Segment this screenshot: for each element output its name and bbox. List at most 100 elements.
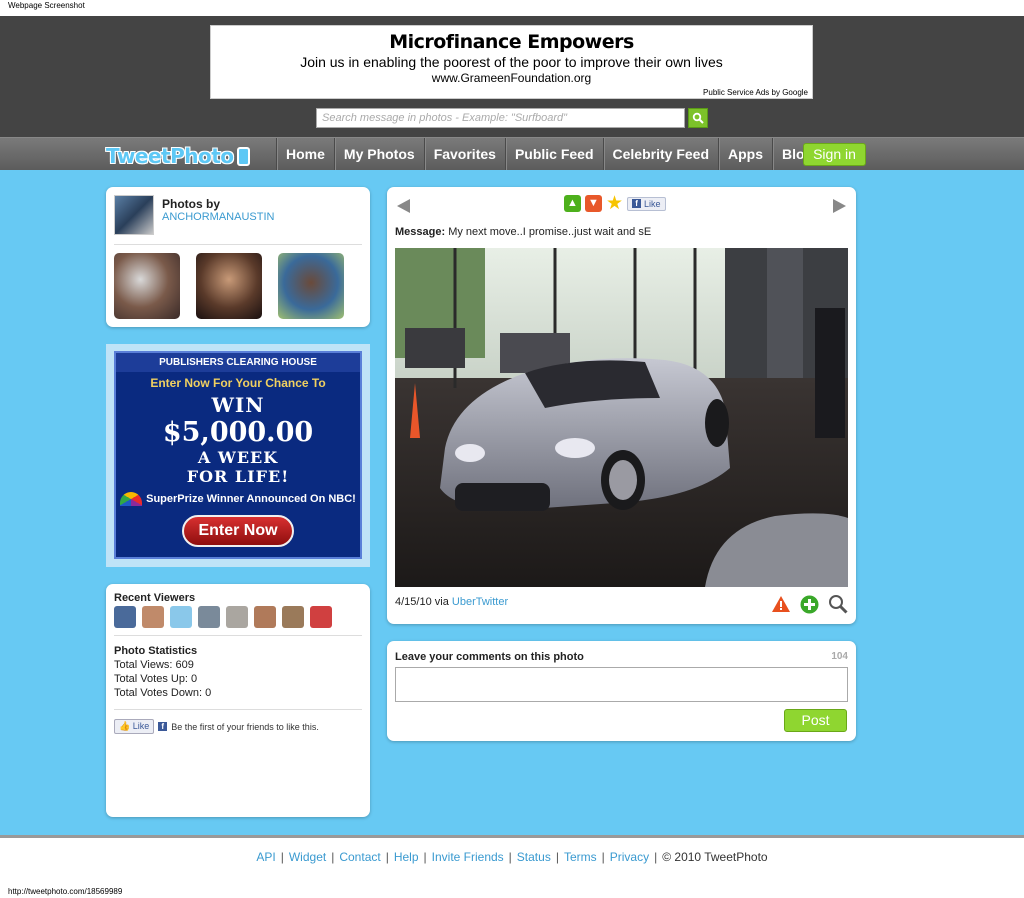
vote-down-button[interactable]: ▼ xyxy=(585,195,602,212)
photo-meta: 4/15/10 via UberTwitter xyxy=(395,596,508,608)
pch-nbc-text: SuperPrize Winner Announced On NBC! xyxy=(146,493,356,505)
divider xyxy=(114,709,362,710)
footer-link-widget[interactable]: Widget xyxy=(289,850,326,864)
source-link[interactable]: UberTwitter xyxy=(452,596,508,608)
comments-title: Leave your comments on this photo xyxy=(395,651,584,663)
vote-bar: ▲ ▼ ★ f Like xyxy=(564,194,666,213)
footer-link-contact[interactable]: Contact xyxy=(339,850,380,864)
ad-title[interactable]: Microfinance Empowers xyxy=(211,31,812,53)
photo-thumbnail[interactable] xyxy=(196,253,262,319)
window-caption: Webpage Screenshot xyxy=(0,0,1024,16)
vote-up-button[interactable]: ▲ xyxy=(564,195,581,212)
viewer-avatar[interactable] xyxy=(198,606,220,628)
logo-text: TweetPhoto xyxy=(106,144,234,168)
pch-week: A WEEK xyxy=(197,448,279,467)
ad-url[interactable]: www.GrameenFoundation.org xyxy=(211,71,812,85)
thumbs-up-icon: 👍 xyxy=(119,721,131,731)
total-votes-down: Total Votes Down: 0 xyxy=(114,687,212,699)
like-label: Like xyxy=(644,198,661,209)
viewer-avatar[interactable] xyxy=(226,606,248,628)
recent-viewers-list xyxy=(114,606,332,628)
footer: API | Widget | Contact | Help | Invite Friends | S… xyxy=(256,850,768,864)
owner-username-link[interactable]: ANCHORMANAUSTIN xyxy=(162,211,274,223)
stats-panel: Recent Viewers Photo Statistics Total Vi… xyxy=(106,584,370,817)
facebook-like-button[interactable]: 👍 Like xyxy=(114,719,155,734)
nav-menu: Home My Photos Favorites Public Feed Cel… xyxy=(276,138,822,171)
zoom-magnifier-icon[interactable] xyxy=(828,594,848,614)
viewer-avatar[interactable] xyxy=(170,606,192,628)
nbc-peacock-icon xyxy=(120,492,143,506)
previous-photo-arrow-icon[interactable] xyxy=(397,199,410,213)
viewer-avatar[interactable] xyxy=(282,606,304,628)
pch-nbc-line: SuperPrize Winner Announced On NBC! xyxy=(116,492,360,506)
pch-win: WIN xyxy=(211,393,265,417)
phone-icon xyxy=(236,146,250,166)
search-bar xyxy=(316,108,708,128)
total-votes-up: Total Votes Up: 0 xyxy=(114,673,198,685)
header: Microfinance Empowers Join us in enablin… xyxy=(0,16,1024,137)
next-photo-arrow-icon[interactable] xyxy=(833,199,846,213)
facebook-icon: f xyxy=(158,722,168,731)
owner-avatar[interactable] xyxy=(114,195,154,235)
nav-celebrity-feed[interactable]: Celebrity Feed xyxy=(602,138,718,171)
car-photo xyxy=(395,248,848,587)
nav-my-photos[interactable]: My Photos xyxy=(333,138,424,171)
sign-in-button[interactable]: Sign in xyxy=(803,143,866,166)
message-text: My next move..I promise..just wait and s… xyxy=(448,226,652,238)
footer-link-invite-friends[interactable]: Invite Friends xyxy=(432,850,504,864)
photos-by-label: Photos by xyxy=(162,197,221,211)
viewer-avatar[interactable] xyxy=(114,606,136,628)
photo-statistics-title: Photo Statistics xyxy=(114,645,198,657)
recent-viewers-title: Recent Viewers xyxy=(114,592,196,604)
tweetphoto-logo[interactable]: TweetPhoto xyxy=(106,144,250,168)
header-ad[interactable]: Microfinance Empowers Join us in enablin… xyxy=(210,25,813,99)
nav-favorites[interactable]: Favorites xyxy=(423,138,505,171)
add-plus-icon[interactable] xyxy=(800,595,819,614)
report-warning-icon[interactable] xyxy=(771,595,791,613)
like-text: Be the first of your friends to like thi… xyxy=(171,721,319,732)
comment-textarea[interactable] xyxy=(395,667,848,702)
divider xyxy=(114,635,362,636)
nav-home[interactable]: Home xyxy=(276,138,334,171)
total-views: Total Views: 609 xyxy=(114,659,194,671)
pch-amount: $5,000.00 xyxy=(162,417,314,448)
pch-ad-banner[interactable]: PUBLISHERS CLEARING HOUSE Enter Now For … xyxy=(114,351,362,559)
photo-thumbnail[interactable] xyxy=(278,253,344,319)
search-button[interactable] xyxy=(688,108,708,128)
footer-link-help[interactable]: Help xyxy=(394,850,419,864)
comment-panel: Leave your comments on this photo 104 Po… xyxy=(387,641,856,741)
viewer-avatar[interactable] xyxy=(310,606,332,628)
footer-link-api[interactable]: API xyxy=(256,850,275,864)
status-bar-url: http://tweetphoto.com/18569989 xyxy=(8,887,123,896)
pch-subtitle: Enter Now For Your Chance To xyxy=(150,376,326,390)
post-button[interactable]: Post xyxy=(784,709,847,732)
footer-link-terms[interactable]: Terms xyxy=(564,850,597,864)
character-count: 104 xyxy=(831,651,848,662)
pch-life: FOR LIFE! xyxy=(186,467,290,486)
facebook-like-button[interactable]: f Like xyxy=(627,196,666,211)
photo-message: Message: My next move..I promise..just w… xyxy=(395,226,651,238)
viewer-avatar[interactable] xyxy=(254,606,276,628)
nav-apps[interactable]: Apps xyxy=(718,138,772,171)
search-icon xyxy=(692,112,704,124)
photo-thumbnail[interactable] xyxy=(114,253,180,319)
ad-text: Join us in enabling the poorest of the p… xyxy=(300,54,723,70)
photo-date: 4/15/10 via xyxy=(395,596,449,608)
copyright: © 2010 TweetPhoto xyxy=(662,850,768,864)
divider xyxy=(114,244,362,245)
enter-now-button[interactable]: Enter Now xyxy=(182,515,294,547)
sidebar-ad[interactable]: PUBLISHERS CLEARING HOUSE Enter Now For … xyxy=(106,344,370,567)
main-photo[interactable] xyxy=(395,248,848,587)
footer-link-privacy[interactable]: Privacy xyxy=(610,850,649,864)
photo-actions xyxy=(771,594,848,614)
photo-panel: ▲ ▼ ★ f Like Message: My next move..I pr… xyxy=(387,187,856,624)
message-label: Message: xyxy=(395,226,446,238)
footer-link-status[interactable]: Status xyxy=(517,850,551,864)
ad-credit[interactable]: Public Service Ads by Google xyxy=(703,88,808,97)
search-input[interactable] xyxy=(316,108,685,128)
owner-panel: Photos by ANCHORMANAUSTIN xyxy=(106,187,370,327)
nav-public-feed[interactable]: Public Feed xyxy=(504,138,603,171)
nav-bar: TweetPhoto Home My Photos Favorites Publ… xyxy=(0,137,1024,171)
favorite-star-icon[interactable]: ★ xyxy=(606,194,623,213)
viewer-avatar[interactable] xyxy=(142,606,164,628)
